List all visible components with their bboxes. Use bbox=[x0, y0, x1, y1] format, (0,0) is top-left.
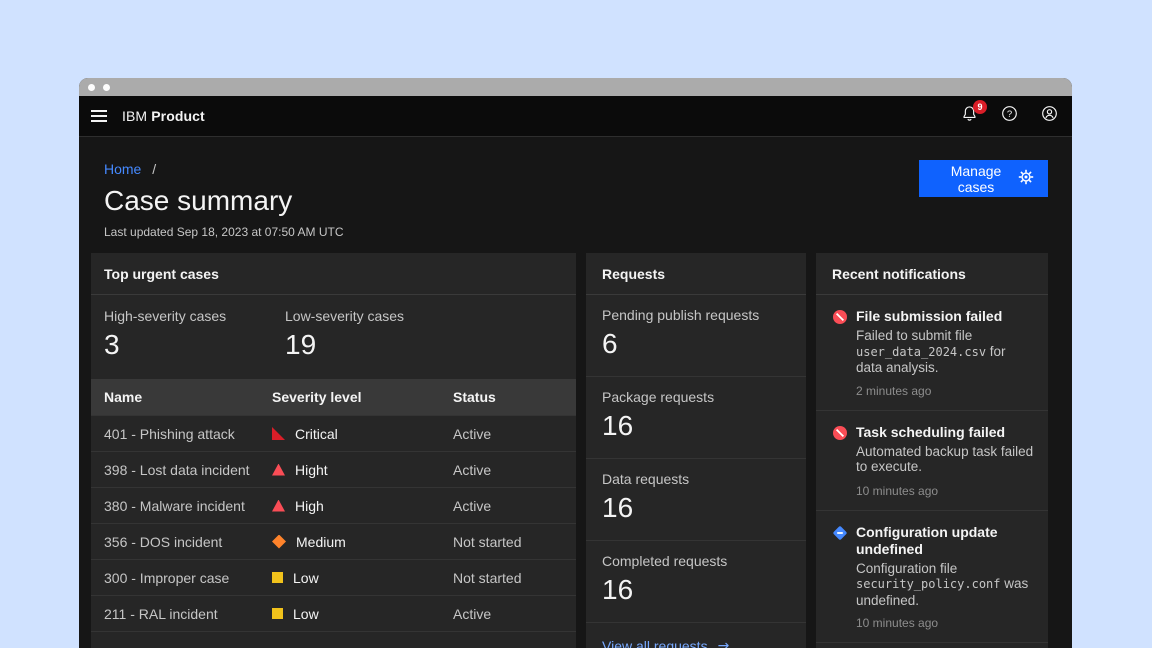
case-status: Active bbox=[453, 462, 576, 478]
notification-item: File submission failed Failed to submit … bbox=[816, 295, 1048, 411]
notification-body: Automated backup task failed to execute. bbox=[856, 444, 1034, 476]
case-name: 401 - Phishing attack bbox=[91, 426, 272, 442]
manage-cases-button[interactable]: Manage cases bbox=[919, 160, 1048, 197]
severity-label: Critical bbox=[295, 426, 338, 442]
notification-time: 10 minutes ago bbox=[856, 484, 1034, 498]
table-row: 380 - Malware incident High Active bbox=[91, 487, 576, 523]
last-updated-text: Last updated Sep 18, 2023 at 07:50 AM UT… bbox=[104, 225, 344, 239]
requests-panel: Requests Pending publish requests 6 Pack… bbox=[586, 253, 806, 648]
notification-time: 2 minutes ago bbox=[856, 384, 1034, 398]
case-status: Not started bbox=[453, 570, 576, 586]
panel-title: Recent notifications bbox=[816, 253, 1048, 295]
misuse-icon bbox=[832, 425, 848, 441]
case-name: 380 - Malware incident bbox=[91, 498, 272, 514]
top-urgent-cases-panel: Top urgent cases High-severity cases 3 L… bbox=[91, 253, 576, 648]
notification-item: Configuration update undefined Configura… bbox=[816, 511, 1048, 644]
column-header-status: Status bbox=[453, 389, 576, 405]
notification-body: Failed to submit file user_data_2024.csv… bbox=[856, 328, 1034, 376]
stat-package-requests: Package requests 16 bbox=[586, 377, 806, 459]
user-account-button[interactable] bbox=[1040, 107, 1058, 125]
dashboard-grid: Top urgent cases High-severity cases 3 L… bbox=[91, 253, 1048, 648]
table-header-row: Name Severity level Status bbox=[91, 379, 576, 415]
svg-text:?: ? bbox=[1006, 109, 1011, 120]
gear-icon bbox=[1018, 169, 1034, 188]
breadcrumb-home-link[interactable]: Home bbox=[104, 161, 141, 177]
browser-window: IBM Product 9 ? bbox=[79, 78, 1072, 648]
severity-icon bbox=[272, 572, 283, 583]
case-name: 300 - Improper case bbox=[91, 570, 272, 586]
case-name: 398 - Lost data incident bbox=[91, 462, 272, 478]
case-status: Active bbox=[453, 498, 576, 514]
case-name: 356 - DOS incident bbox=[91, 534, 272, 550]
severity-icon bbox=[272, 500, 285, 512]
severity-label: Medium bbox=[296, 534, 346, 550]
severity-label: Hight bbox=[295, 462, 328, 478]
stat-data-requests: Data requests 16 bbox=[586, 459, 806, 541]
severity-icon bbox=[272, 427, 285, 440]
stat-high-severity: High-severity cases 3 bbox=[104, 307, 285, 364]
urgent-cases-stats: High-severity cases 3 Low-severity cases… bbox=[91, 295, 576, 379]
notification-item: User report generated The User Access Re… bbox=[816, 643, 1048, 648]
help-icon: ? bbox=[1001, 105, 1018, 127]
help-button[interactable]: ? bbox=[1000, 107, 1018, 125]
misuse-icon bbox=[832, 309, 848, 325]
page-content: Home / Case summary Last updated Sep 18,… bbox=[79, 137, 1072, 648]
stat-low-severity: Low-severity cases 19 bbox=[285, 307, 466, 364]
breadcrumb: Home / bbox=[104, 160, 344, 178]
case-status: Not started bbox=[453, 534, 576, 550]
column-header-severity: Severity level bbox=[272, 389, 453, 405]
severity-label: High bbox=[295, 498, 324, 514]
header-actions: 9 ? bbox=[960, 107, 1058, 125]
app-brand: IBM Product bbox=[122, 108, 205, 124]
column-header-name: Name bbox=[91, 389, 272, 405]
window-control-dot[interactable] bbox=[88, 84, 95, 91]
notification-title: Task scheduling failed bbox=[856, 424, 1034, 441]
browser-chrome bbox=[79, 78, 1072, 96]
recent-notifications-panel: Recent notifications File submission fai… bbox=[816, 253, 1048, 648]
mono-filename: user_data_2024.csv bbox=[856, 345, 986, 359]
case-status: Active bbox=[453, 606, 576, 622]
case-name: 211 - RAL incident bbox=[91, 606, 272, 622]
notification-title: File submission failed bbox=[856, 308, 1034, 325]
notification-title: Configuration update undefined bbox=[856, 524, 1034, 558]
app-header: IBM Product 9 ? bbox=[79, 96, 1072, 137]
case-status: Active bbox=[453, 426, 576, 442]
breadcrumb-separator: / bbox=[152, 161, 156, 177]
notification-count-badge: 9 bbox=[973, 100, 987, 114]
severity-icon bbox=[272, 608, 283, 619]
page-head: Home / Case summary Last updated Sep 18,… bbox=[91, 160, 1048, 239]
table-row: 398 - Lost data incident Hight Active bbox=[91, 451, 576, 487]
mono-filename: security_policy.conf bbox=[856, 577, 1001, 591]
manage-cases-label: Manage cases bbox=[934, 163, 1018, 195]
panel-title: Requests bbox=[586, 253, 806, 295]
stat-completed-requests: Completed requests 16 bbox=[586, 541, 806, 623]
menu-icon[interactable] bbox=[91, 110, 107, 122]
undefined-icon bbox=[832, 525, 848, 541]
table-row: 401 - Phishing attack Critical Active bbox=[91, 415, 576, 451]
notification-time: 10 minutes ago bbox=[856, 616, 1034, 630]
stat-pending-publish-requests: Pending publish requests 6 bbox=[586, 295, 806, 377]
panel-title: Top urgent cases bbox=[91, 253, 576, 295]
page-title: Case summary bbox=[104, 183, 344, 219]
table-row: 356 - DOS incident Medium Not started bbox=[91, 523, 576, 559]
arrow-right-icon: → bbox=[718, 638, 730, 648]
window-control-dot[interactable] bbox=[103, 84, 110, 91]
severity-label: Low bbox=[293, 570, 319, 586]
notifications-button[interactable]: 9 bbox=[960, 107, 978, 125]
severity-label: Low bbox=[293, 606, 319, 622]
severity-icon bbox=[272, 464, 285, 476]
severity-icon bbox=[272, 535, 286, 549]
table-row: 300 - Improper case Low Not started bbox=[91, 559, 576, 595]
table-row: 211 - RAL incident Low Active bbox=[91, 595, 576, 631]
notification-item: Task scheduling failed Automated backup … bbox=[816, 411, 1048, 511]
notification-body: Configuration file security_policy.conf … bbox=[856, 561, 1034, 609]
view-all-requests-link[interactable]: View all requests → bbox=[602, 638, 729, 648]
user-avatar-icon bbox=[1041, 105, 1058, 127]
